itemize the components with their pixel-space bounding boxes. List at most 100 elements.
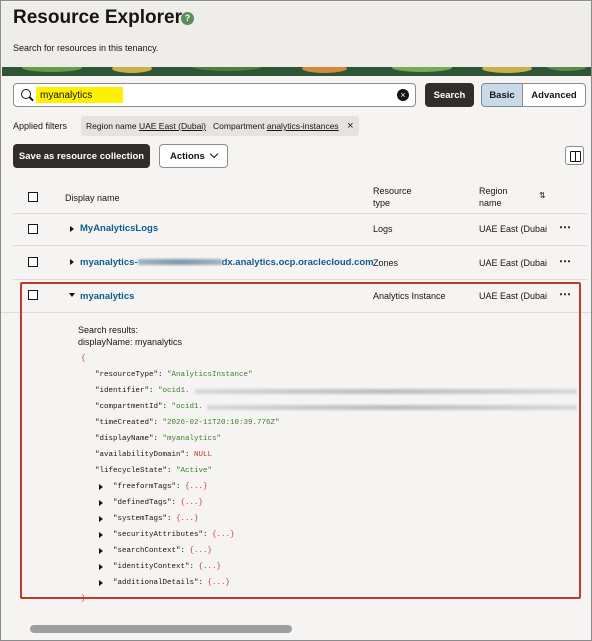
json-key: "identifier": bbox=[95, 387, 159, 395]
filter-chip-compartment[interactable]: Compartment analytics-instances × bbox=[208, 116, 359, 136]
json-object[interactable]: "identityContext": {...} bbox=[113, 563, 221, 571]
json-key: "availabilityDomain": bbox=[95, 451, 195, 459]
json-key: "lifecycleState": bbox=[95, 467, 177, 475]
json-key: "compartmentId": bbox=[95, 403, 172, 411]
toggle-panel-icon[interactable] bbox=[565, 146, 584, 165]
json-value: {...} bbox=[180, 499, 204, 507]
actions-label: Actions bbox=[170, 150, 205, 162]
search-button[interactable]: Search bbox=[425, 83, 474, 107]
filter-chip-compartment-prefix: Compartment bbox=[213, 121, 265, 131]
page: Resource Explorer ? Search for resources… bbox=[0, 0, 592, 641]
expand-caret-icon[interactable] bbox=[99, 500, 103, 506]
resource-link-end: dx.analytics.ocp.oraclecloud.com bbox=[221, 257, 374, 268]
row-divider bbox=[13, 279, 587, 280]
json-field: "lifecycleState": "Active" bbox=[95, 467, 212, 475]
expand-caret-icon[interactable] bbox=[99, 548, 103, 554]
horizontal-scrollbar[interactable] bbox=[30, 625, 292, 633]
expand-caret-icon[interactable] bbox=[99, 564, 103, 570]
json-key: "freeformTags": bbox=[113, 483, 186, 491]
resource-type-cell: Analytics Instance bbox=[373, 291, 446, 301]
column-header-region-line1[interactable]: Region bbox=[479, 186, 508, 197]
basic-mode-button[interactable]: Basic bbox=[481, 83, 523, 107]
json-value: "ocid1. bbox=[158, 387, 190, 395]
row-divider bbox=[1, 312, 591, 313]
column-header-resource-type-line1[interactable]: Resource bbox=[373, 186, 412, 197]
filter-chip-region[interactable]: Region name UAE East (Dubai) bbox=[81, 116, 212, 136]
search-box[interactable]: × bbox=[13, 83, 416, 107]
page-header: Resource Explorer ? Search for resources… bbox=[2, 2, 591, 68]
json-key: "searchContext": bbox=[113, 547, 190, 555]
json-field: "availabilityDomain": NULL bbox=[95, 451, 212, 459]
filter-chip-compartment-value[interactable]: analytics-instances bbox=[267, 121, 339, 131]
json-field: "identifier": "ocid1. bbox=[95, 387, 190, 395]
redacted-text bbox=[195, 389, 577, 394]
json-open-brace: { bbox=[81, 355, 86, 363]
search-icon bbox=[21, 89, 31, 99]
resource-link[interactable]: MyAnalyticsLogs bbox=[80, 223, 158, 234]
column-header-display-name[interactable]: Display name bbox=[65, 193, 120, 204]
page-title: Resource Explorer bbox=[13, 7, 182, 28]
json-object[interactable]: "systemTags": {...} bbox=[113, 515, 199, 523]
actions-menu-button[interactable]: Actions bbox=[159, 144, 228, 168]
chevron-down-icon bbox=[209, 149, 219, 159]
json-key: "identityContext": bbox=[113, 563, 199, 571]
json-value: {...} bbox=[207, 579, 231, 587]
advanced-mode-button[interactable]: Advanced bbox=[522, 83, 586, 107]
save-resource-collection-button[interactable]: Save as resource collection bbox=[13, 144, 150, 168]
filter-chip-region-value[interactable]: UAE East (Dubai) bbox=[139, 121, 206, 131]
remove-filter-icon[interactable]: × bbox=[347, 120, 353, 132]
json-object[interactable]: "additionalDetails": {...} bbox=[113, 579, 230, 587]
json-field: "compartmentId": "ocid1. bbox=[95, 403, 203, 411]
json-value: {...} bbox=[185, 483, 208, 491]
json-key: "resourceType": bbox=[95, 371, 168, 379]
json-value: {...} bbox=[176, 515, 199, 523]
clear-search-icon[interactable]: × bbox=[397, 89, 409, 101]
row-checkbox[interactable] bbox=[28, 257, 38, 267]
json-value: NULL bbox=[194, 451, 213, 459]
resource-link-start: myanalytics- bbox=[80, 257, 138, 268]
expand-caret-icon[interactable] bbox=[99, 484, 103, 490]
resource-type-cell: Zones bbox=[373, 258, 399, 268]
search-results-label: Search results: bbox=[78, 325, 139, 335]
region-cell: UAE East (Dubai bbox=[479, 258, 548, 268]
json-value: "2026-02-11T20:10:39.776Z" bbox=[162, 419, 280, 427]
row-actions-icon[interactable]: ⋯ bbox=[559, 220, 571, 234]
search-input[interactable] bbox=[36, 87, 123, 103]
resource-link[interactable]: myanalytics-dx.analytics.ocp.oraclecloud… bbox=[80, 257, 374, 268]
expand-caret-icon[interactable] bbox=[99, 532, 103, 538]
json-value: "Active" bbox=[176, 467, 213, 475]
json-object[interactable]: "securityAttributes": {...} bbox=[113, 531, 235, 539]
row-actions-icon[interactable]: ⋯ bbox=[559, 287, 571, 301]
column-header-region-line2[interactable]: name bbox=[479, 198, 502, 209]
decorative-banner bbox=[2, 67, 591, 76]
row-checkbox[interactable] bbox=[28, 290, 38, 300]
column-header-resource-type-line2[interactable]: type bbox=[373, 198, 390, 209]
row-checkbox[interactable] bbox=[28, 224, 38, 234]
expand-caret-icon[interactable] bbox=[99, 580, 103, 586]
expand-caret-icon[interactable] bbox=[70, 259, 74, 265]
sort-icon[interactable]: ⇅ bbox=[539, 190, 546, 201]
json-key: "displayName": bbox=[95, 435, 163, 443]
row-actions-icon[interactable]: ⋯ bbox=[559, 254, 571, 268]
json-object[interactable]: "searchContext": {...} bbox=[113, 547, 212, 555]
applied-filters-label: Applied filters bbox=[13, 121, 68, 131]
json-close-brace: } bbox=[81, 595, 86, 603]
json-value: "AnalyticsInstance" bbox=[167, 371, 253, 379]
help-icon[interactable]: ? bbox=[181, 12, 194, 25]
redacted-text bbox=[207, 405, 577, 410]
filter-chip-region-prefix: Region name bbox=[86, 121, 137, 131]
expand-caret-icon[interactable] bbox=[70, 226, 74, 232]
expand-caret-icon[interactable] bbox=[99, 516, 103, 522]
collapse-caret-icon[interactable] bbox=[69, 293, 75, 297]
json-field: "displayName": "myanalytics" bbox=[95, 435, 221, 443]
json-object[interactable]: "freeformTags": {...} bbox=[113, 483, 208, 491]
select-all-checkbox[interactable] bbox=[28, 192, 38, 202]
resource-link[interactable]: myanalytics bbox=[80, 291, 134, 302]
json-key: "systemTags": bbox=[113, 515, 177, 523]
resource-type-cell: Logs bbox=[373, 224, 393, 234]
json-value: {...} bbox=[198, 563, 222, 571]
redacted-text bbox=[137, 259, 222, 266]
json-key: "definedTags": bbox=[113, 499, 181, 507]
json-object[interactable]: "definedTags": {...} bbox=[113, 499, 203, 507]
json-value: "myanalytics" bbox=[162, 435, 222, 443]
